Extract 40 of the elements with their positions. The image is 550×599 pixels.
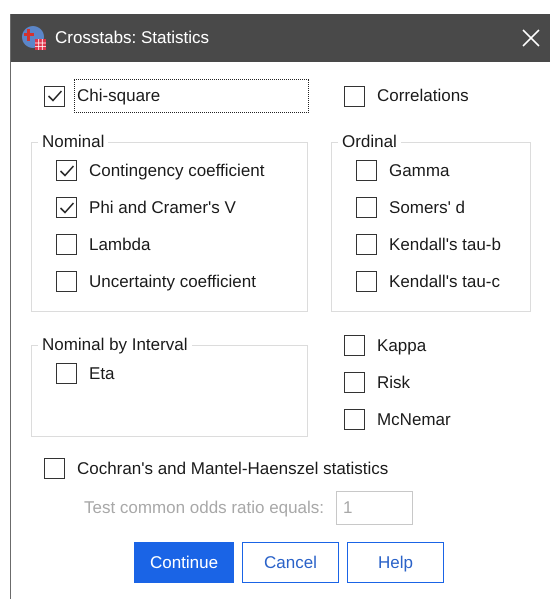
group-title: Nominal by Interval (41, 335, 189, 355)
checkbox[interactable] (56, 160, 77, 181)
checkbox-label: Gamma (388, 160, 450, 182)
checkbox[interactable] (356, 160, 377, 181)
checkbox[interactable] (44, 458, 65, 479)
checkbox-label: Risk (376, 372, 412, 394)
checkbox-label: Contingency coefficient (88, 160, 266, 182)
dialog-button[interactable]: Cancel (242, 542, 339, 583)
checkbox-label: Somers' d (388, 196, 466, 218)
checkbox-label: Eta (88, 362, 116, 384)
checkbox-label: Lambda (88, 234, 152, 256)
odds-ratio-label: Test common odds ratio equals: (84, 498, 324, 518)
checkbox[interactable] (56, 271, 77, 292)
checkbox-label: Correlations (376, 85, 470, 107)
checkbox[interactable] (56, 234, 77, 255)
checkbox-label: Uncertainty coefficient (88, 270, 257, 292)
checkbox[interactable] (344, 372, 365, 393)
dialog-button[interactable]: Help (347, 542, 444, 583)
checkbox-label: Cochran's and Mantel-Haenszel statistics (76, 458, 390, 480)
group-title: Ordinal (341, 132, 398, 152)
checkbox-label: Kendall's tau-c (388, 270, 501, 292)
app-icon (21, 25, 47, 51)
dialog-button[interactable]: Continue (134, 542, 234, 583)
checkbox-label: Chi-square (75, 80, 308, 112)
window-title: Crosstabs: Statistics (55, 28, 210, 48)
close-icon[interactable] (522, 29, 540, 47)
checkbox[interactable] (356, 271, 377, 292)
checkbox[interactable] (356, 234, 377, 255)
checkbox[interactable] (56, 197, 77, 218)
checkbox-label: Kappa (376, 334, 428, 356)
checkbox[interactable] (44, 86, 65, 106)
checkbox[interactable] (356, 197, 377, 218)
checkbox-label: Phi and Cramer's V (88, 196, 237, 218)
checkbox[interactable] (344, 86, 365, 106)
checkbox-label: McNemar (376, 408, 452, 430)
checkbox[interactable] (344, 409, 365, 430)
checkbox-label: Kendall's tau-b (388, 234, 502, 256)
checkbox[interactable] (56, 363, 77, 384)
group-title: Nominal (41, 132, 106, 152)
checkbox[interactable] (344, 335, 365, 356)
